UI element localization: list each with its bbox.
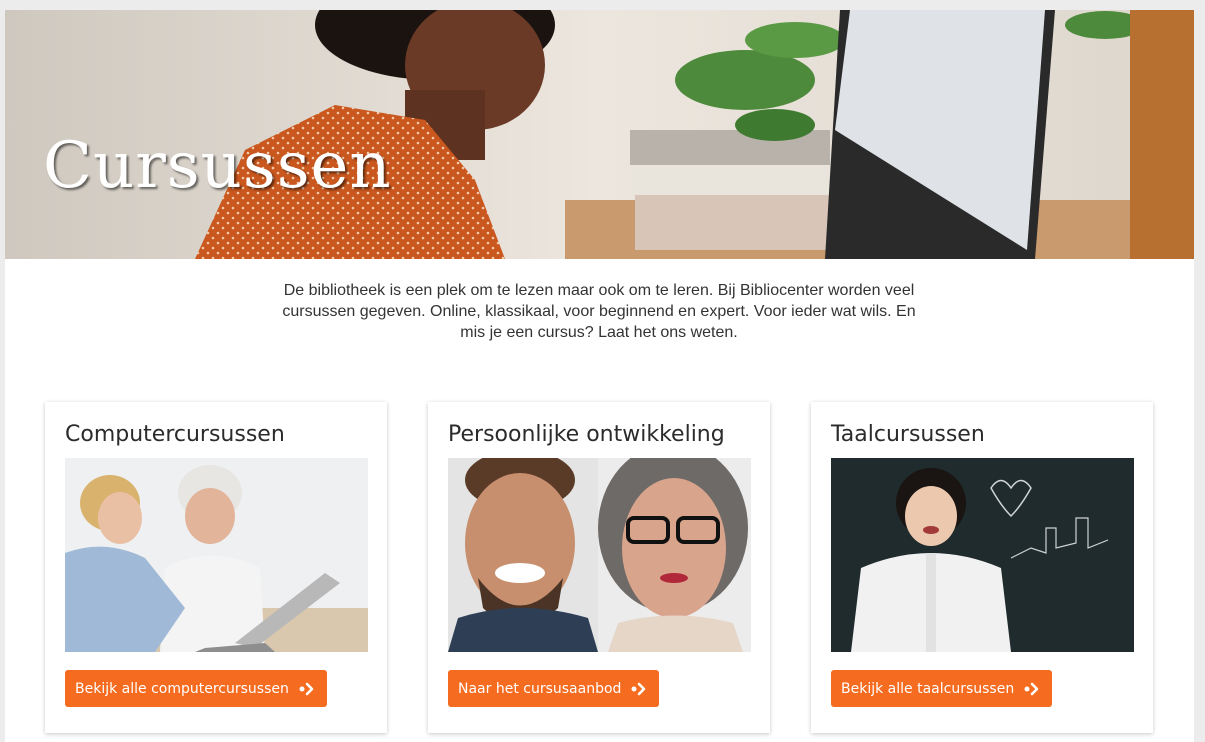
card-title: Computercursussen xyxy=(65,422,285,447)
double-chevron-right-icon xyxy=(299,682,314,695)
hero-banner: Cursussen xyxy=(5,10,1194,259)
card-computercursussen: Computercursussen Bekijk alle computercu… xyxy=(45,402,387,733)
taalcursussen-button[interactable]: Bekijk alle taalcursussen xyxy=(831,670,1053,707)
button-label: Bekijk alle computercursussen xyxy=(75,680,289,697)
card-taalcursussen: Taalcursussen Bekijk alle taalcursussen xyxy=(811,402,1153,733)
page: Cursussen De bibliotheek is een plek om … xyxy=(5,10,1194,742)
double-chevron-right-icon xyxy=(1024,682,1039,695)
card-title: Taalcursussen xyxy=(831,422,985,447)
girl-chalkboard-photo xyxy=(831,458,1134,652)
double-chevron-right-icon xyxy=(631,682,646,695)
card-title: Persoonlijke ontwikkeling xyxy=(448,422,725,447)
intro-text: De bibliotheek is een plek om te lezen m… xyxy=(282,282,916,341)
button-label: Naar het cursusaanbod xyxy=(458,680,622,697)
card-image-computer xyxy=(65,458,368,652)
card-persoonlijke-ontwikkeling: Persoonlijke ontwikkeling Naar het cursu… xyxy=(428,402,770,733)
smiling-man-and-woman-photo xyxy=(448,458,751,652)
button-label: Bekijk alle taalcursussen xyxy=(841,680,1015,697)
computercursussen-button[interactable]: Bekijk alle computercursussen xyxy=(65,670,327,707)
card-image-persoonlijk xyxy=(448,458,751,652)
card-image-taal xyxy=(831,458,1134,652)
two-women-laptop-photo xyxy=(65,458,368,652)
cursusaanbod-button[interactable]: Naar het cursusaanbod xyxy=(448,670,660,707)
page-title: Cursussen xyxy=(43,129,392,203)
